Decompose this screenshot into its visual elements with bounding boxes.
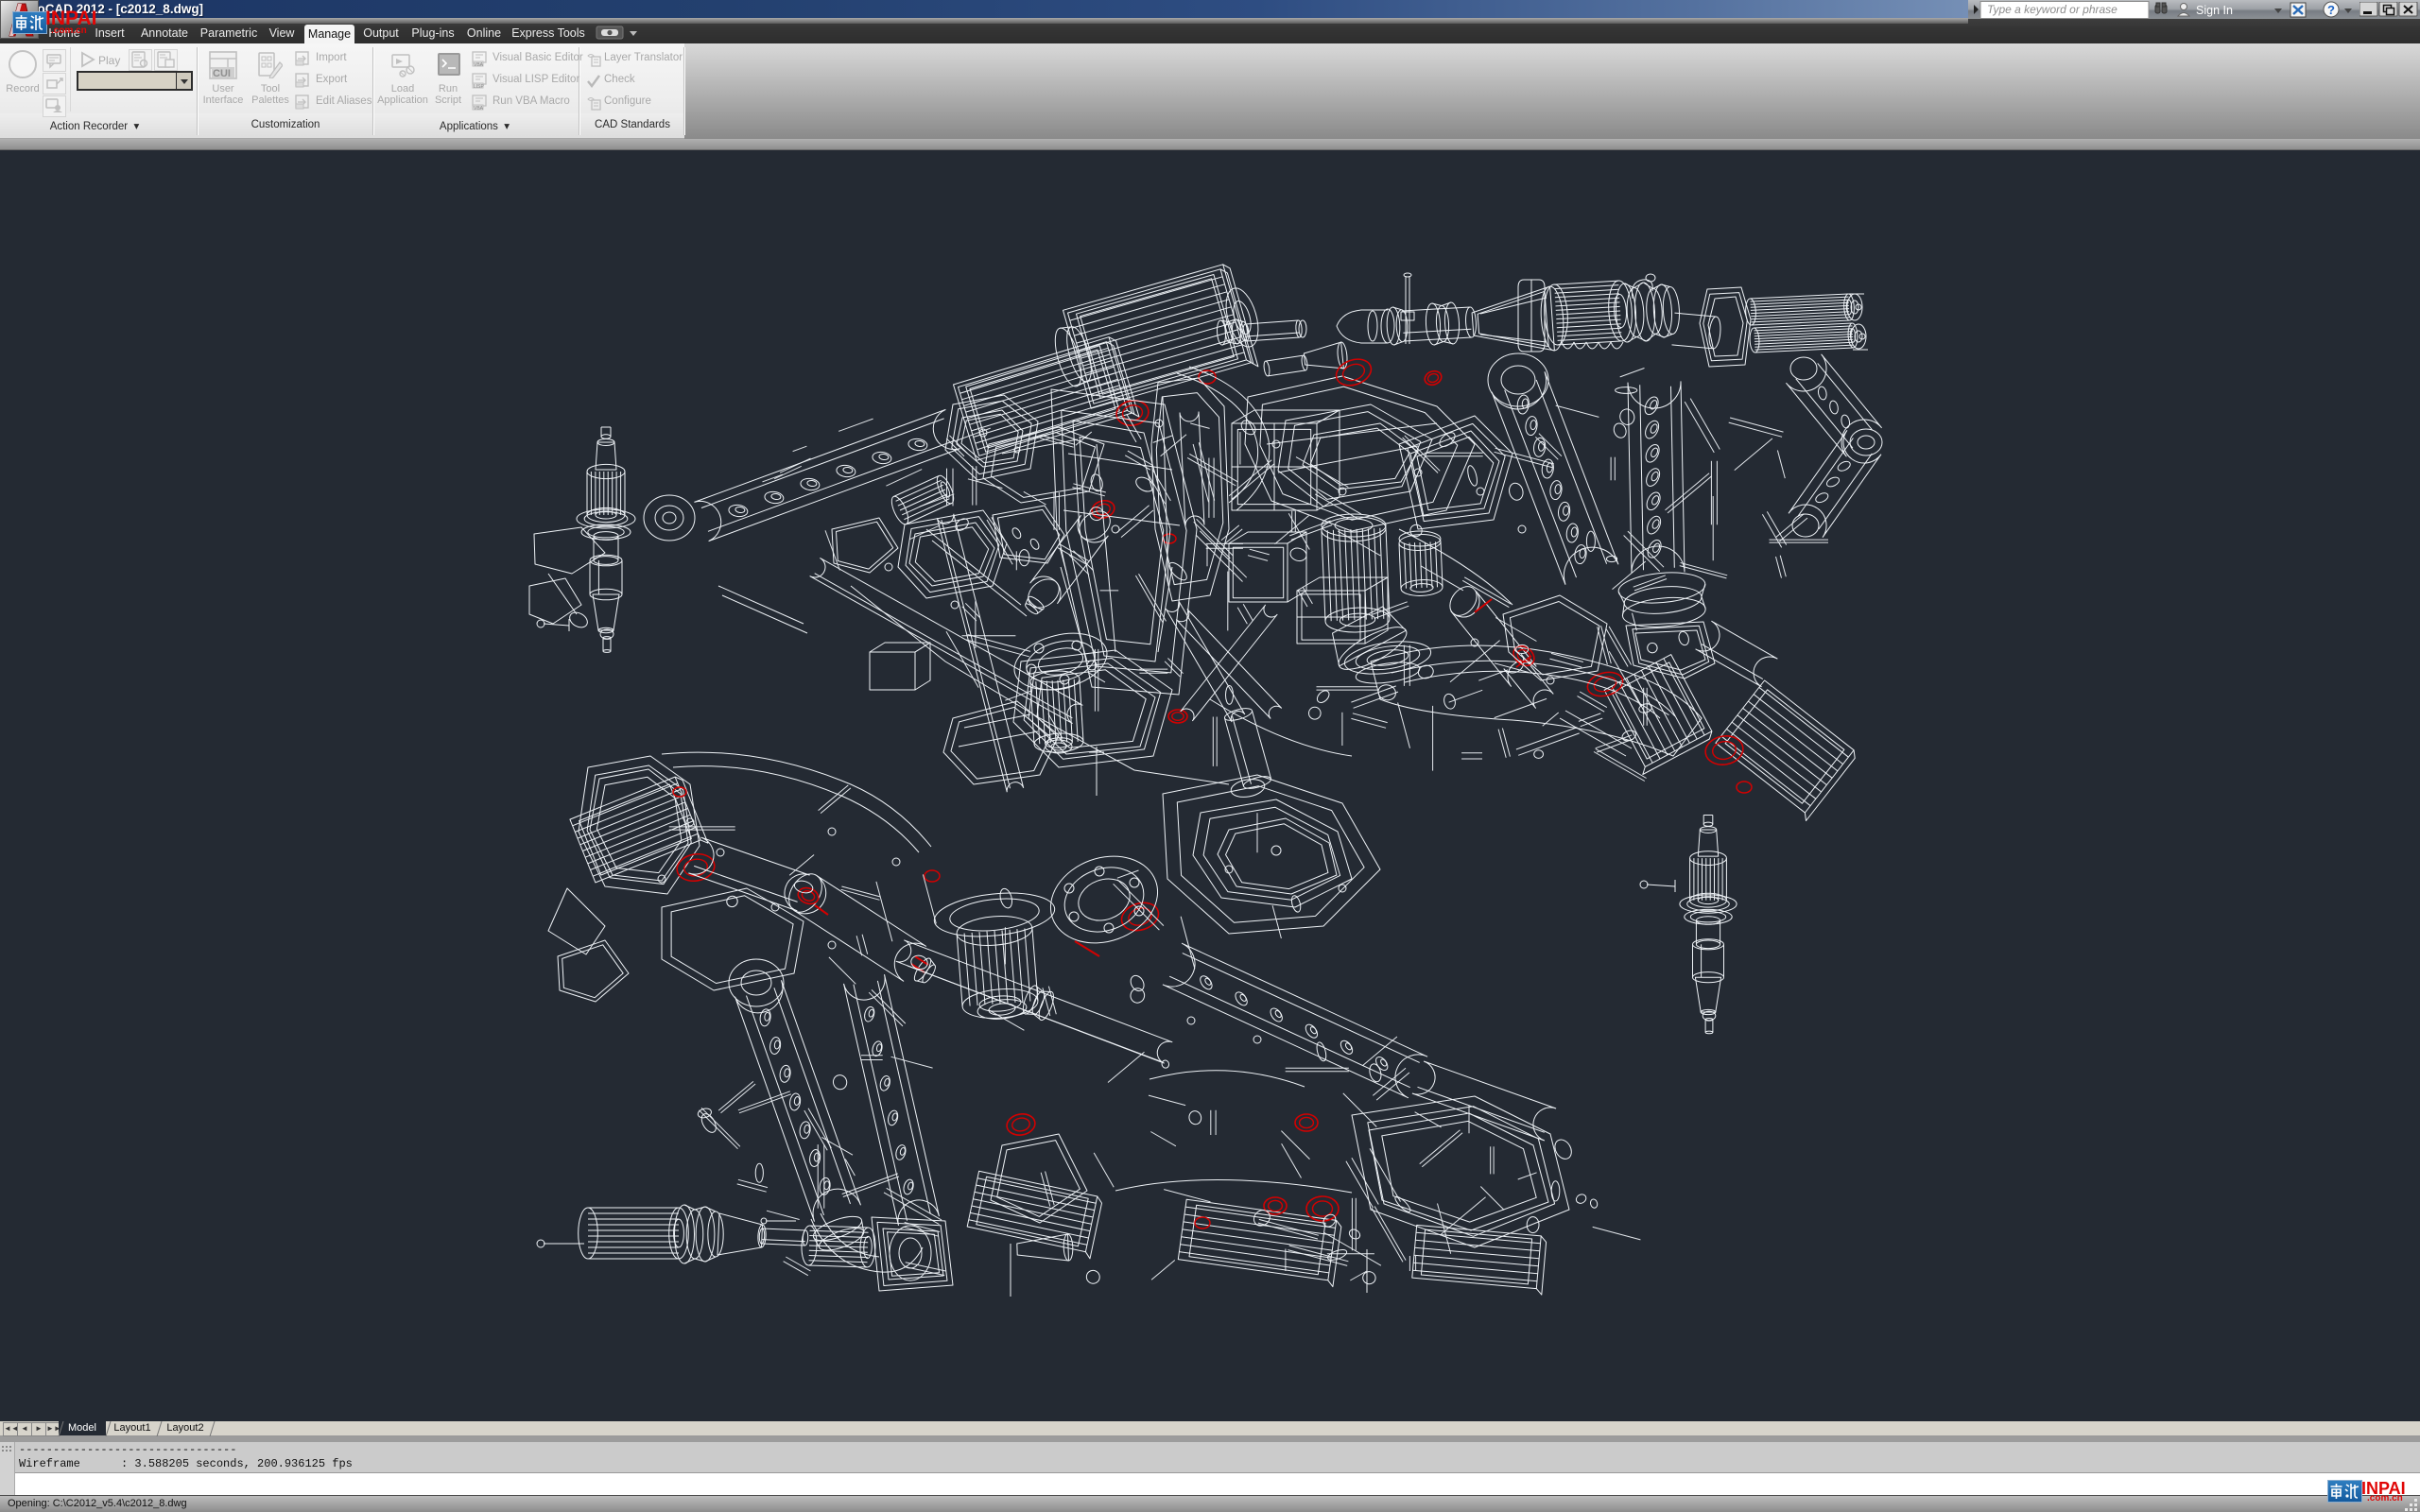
svg-text:?: ? xyxy=(2327,3,2335,17)
svg-text:VBA: VBA xyxy=(474,106,484,111)
svg-text:Type a keyword or phrase: Type a keyword or phrase xyxy=(1987,3,2118,16)
svg-text:LISP: LISP xyxy=(474,84,485,89)
svg-text:CUI: CUI xyxy=(213,68,231,79)
svg-text:VBA: VBA xyxy=(474,62,484,67)
svg-text:Sign In: Sign In xyxy=(2196,4,2233,17)
svg-text:Play: Play xyxy=(98,54,120,67)
